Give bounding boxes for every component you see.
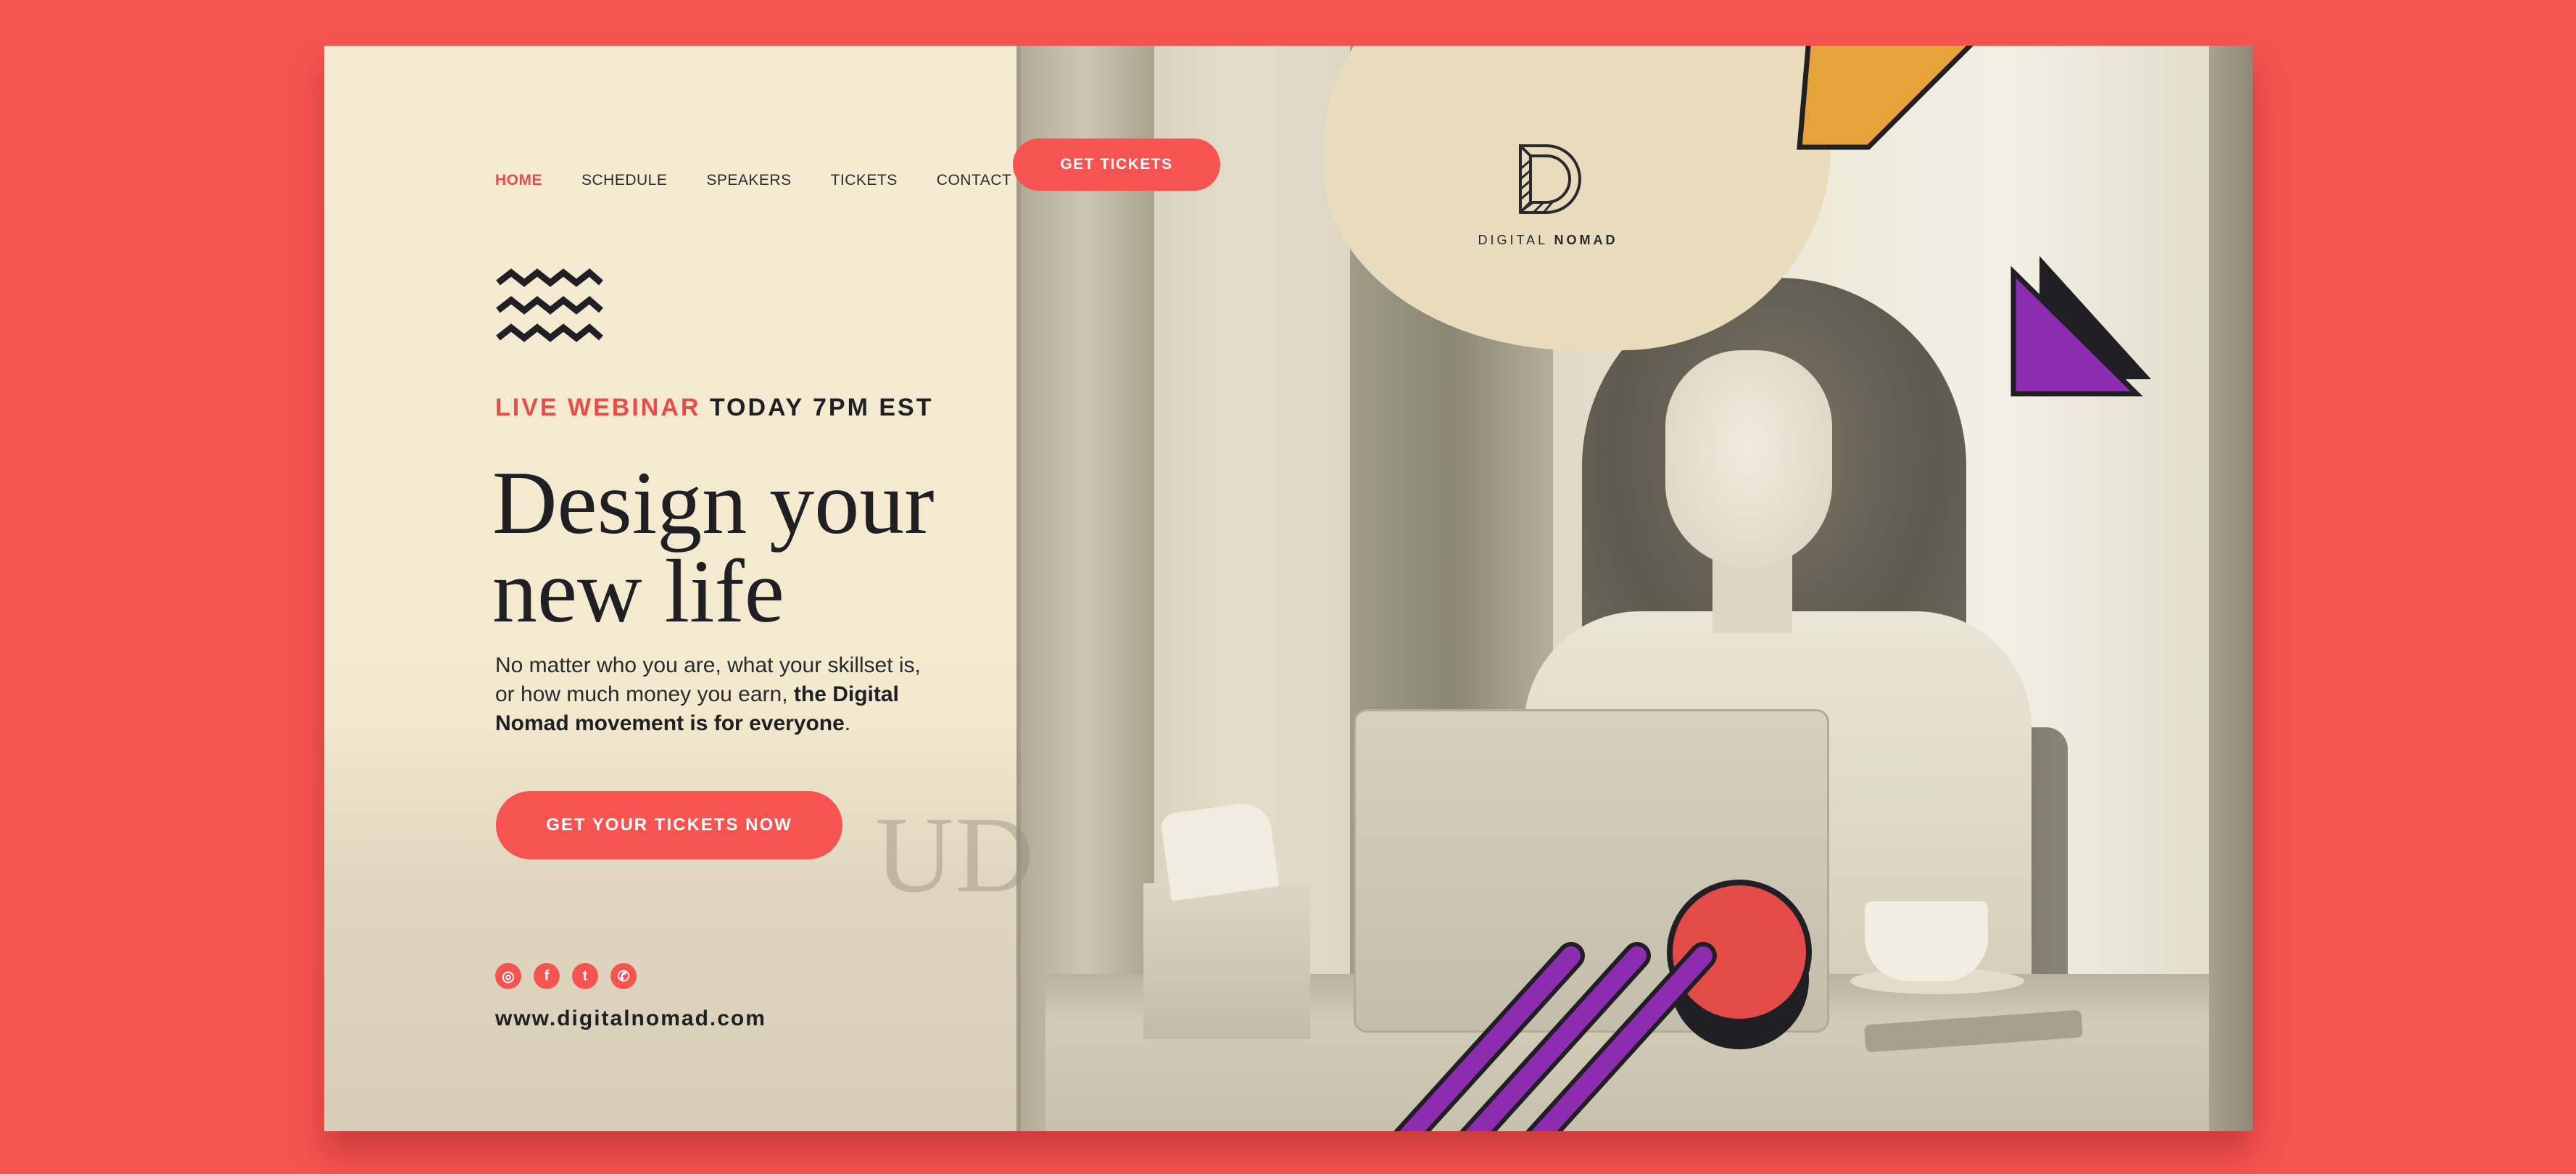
nav-speakers[interactable]: SPEAKERS [706, 172, 791, 189]
social-links: ◎ f t ✆ [495, 963, 637, 989]
nav-contact[interactable]: CONTACT [937, 172, 1011, 189]
purple-triangle-shape [2010, 265, 2143, 397]
instagram-icon[interactable]: ◎ [495, 963, 521, 989]
hero-headline: Design your new life [492, 453, 935, 641]
get-your-tickets-now-button[interactable]: GET YOUR TICKETS NOW [496, 791, 842, 859]
nav-tickets[interactable]: TICKETS [831, 172, 898, 189]
event-eyebrow: LIVE WEBINAR TODAY 7PM EST [495, 394, 933, 422]
whatsapp-icon[interactable]: ✆ [610, 963, 637, 989]
twitter-icon[interactable]: t [572, 963, 598, 989]
purple-stripes-shape [1393, 942, 1651, 1131]
eyebrow-accent: LIVE WEBINAR [495, 394, 701, 421]
nav-home[interactable]: HOME [495, 172, 542, 189]
eyebrow-time: TODAY 7PM EST [709, 394, 934, 421]
main-nav: HOME SCHEDULE SPEAKERS TICKETS CONTACT [495, 154, 1051, 207]
nav-schedule[interactable]: SCHEDULE [581, 172, 667, 189]
orange-stripe-shape [1797, 46, 1974, 150]
hero-description: No matter who you are, what your skillse… [495, 653, 921, 735]
landing-page-card: UD DIGITAL NOMAD HOME SCHEDULE SPEAKERS … [324, 46, 2253, 1131]
zigzag-icon [496, 268, 603, 342]
get-tickets-button[interactable]: GET TICKETS [1013, 139, 1220, 191]
facebook-icon[interactable]: f [534, 963, 560, 989]
website-link[interactable]: www.digitalnomad.com [495, 1006, 766, 1031]
